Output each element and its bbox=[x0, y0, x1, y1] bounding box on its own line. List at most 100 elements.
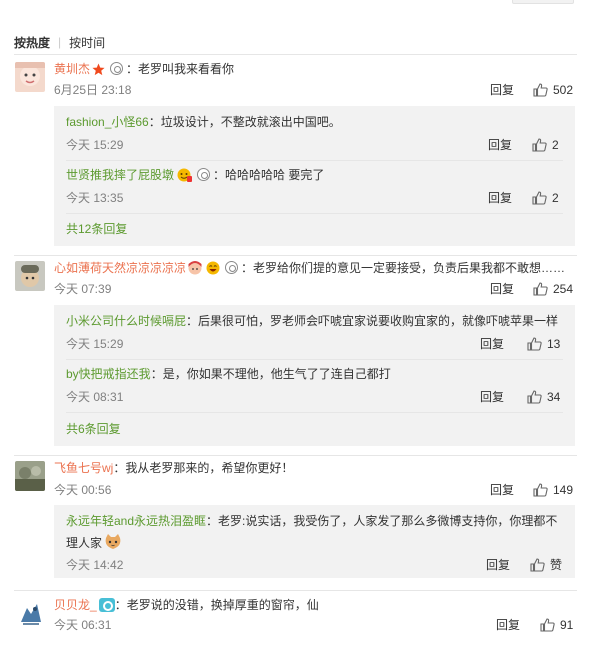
thumb-up-icon bbox=[532, 138, 547, 152]
thumb-up-icon bbox=[540, 618, 555, 632]
like-button[interactable]: 2 bbox=[532, 136, 559, 154]
reply-text-continued: 理人家 bbox=[66, 536, 103, 550]
reply-button[interactable]: 回复 bbox=[488, 189, 512, 207]
comment-text: ：老罗给你们提的意见一定要接受，负责后果我都不敢想…… bbox=[241, 261, 566, 275]
reply-button[interactable]: 回复 bbox=[490, 81, 514, 99]
like-button[interactable]: 34 bbox=[527, 388, 560, 406]
reply-line: 世贤推我摔了屁股墩 ：哈哈哈哈哈 要完了 bbox=[66, 166, 324, 187]
username-link[interactable]: fashion_小怪66 bbox=[66, 115, 149, 129]
divider bbox=[14, 255, 577, 256]
vip-badge-icon bbox=[110, 62, 124, 75]
reply-box: 永远年轻and永远热泪盈眶：老罗:说实话，我受伤了，人家发了那么多微博支持你，你… bbox=[54, 505, 575, 578]
comment-text: ：我从老罗那来的，希望你更好！ bbox=[113, 461, 294, 475]
sort-bar: 按热度 | 按时间 bbox=[14, 34, 105, 50]
thumb-up-icon bbox=[533, 83, 548, 97]
reply-button[interactable]: 回复 bbox=[496, 616, 520, 634]
thumb-up-icon bbox=[527, 337, 542, 351]
reply-line: fashion_小怪66：垃圾设计，不整改就滚出中国吧。 bbox=[66, 113, 341, 131]
vip-badge-icon bbox=[225, 261, 239, 274]
thumb-up-icon bbox=[533, 483, 548, 497]
avatar[interactable] bbox=[15, 62, 45, 92]
thumb-up-icon bbox=[527, 390, 542, 404]
like-button[interactable]: 149 bbox=[533, 481, 573, 499]
reply-text: ：垃圾设计，不整改就滚出中国吧。 bbox=[148, 115, 341, 129]
like-button[interactable]: 254 bbox=[533, 280, 573, 298]
like-count: 149 bbox=[553, 483, 574, 497]
reply-time: 今天 15:29 bbox=[66, 337, 124, 351]
reply-time: 今天 15:29 bbox=[66, 138, 124, 152]
like-button[interactable]: 赞 bbox=[530, 556, 562, 574]
reply-text: ：哈哈哈哈哈 要完了 bbox=[213, 168, 325, 182]
sort-by-time[interactable]: 按时间 bbox=[69, 34, 105, 51]
reply-time: 今天 13:35 bbox=[66, 191, 124, 205]
reply-button[interactable]: 回复 bbox=[480, 335, 504, 353]
laugh-emoji-icon bbox=[206, 261, 220, 280]
reply-button[interactable]: 回复 bbox=[490, 481, 514, 499]
comment-line: 贝贝龙_ ：老罗说的没错，换掉厚重的窗帘，仙 bbox=[54, 596, 319, 614]
like-count: 502 bbox=[553, 83, 574, 97]
reply-button[interactable]: 回复 bbox=[480, 388, 504, 406]
more-replies-link[interactable]: 共6条回复 bbox=[66, 420, 121, 438]
reply-button[interactable]: 回复 bbox=[488, 136, 512, 154]
reply-button[interactable]: 回复 bbox=[486, 556, 510, 574]
divider bbox=[66, 359, 563, 360]
like-count: 13 bbox=[547, 337, 561, 351]
avatar[interactable] bbox=[15, 461, 45, 491]
username-link[interactable]: 小米公司什么时候嗝屁 bbox=[66, 314, 186, 328]
like-button[interactable]: 502 bbox=[533, 81, 573, 99]
reply-line: 小米公司什么时候嗝屁：后果很可怕，罗老师会吓唬宜家说要收购宜家的，就像吓唬苹果一… bbox=[66, 312, 558, 330]
like-count: 34 bbox=[547, 390, 561, 404]
like-button[interactable]: 2 bbox=[532, 189, 559, 207]
divider bbox=[66, 160, 563, 161]
reply-box: fashion_小怪66：垃圾设计，不整改就滚出中国吧。 今天 15:29 回复… bbox=[54, 106, 575, 246]
thumb-up-icon bbox=[532, 191, 547, 205]
username-link[interactable]: 飞鱼七号wj bbox=[54, 461, 113, 475]
reply-text: ：老罗:说实话，我受伤了，人家发了那么多微博支持你，你理都不 bbox=[206, 514, 558, 528]
like-label: 赞 bbox=[550, 558, 563, 572]
like-button[interactable]: 13 bbox=[527, 335, 560, 353]
star-icon bbox=[92, 63, 105, 81]
username-link[interactable]: 贝贝龙_ bbox=[54, 598, 97, 612]
comment-time: 今天 07:39 bbox=[54, 282, 112, 296]
comment-line: 心如薄荷天然凉凉凉凉凉 ：老罗给你们提的意见一定要接受，负责后果我都不敢想…… bbox=[54, 259, 565, 280]
divider bbox=[66, 213, 563, 214]
username-link[interactable]: 心如薄荷天然凉凉凉凉凉 bbox=[54, 261, 186, 275]
comment-time: 6月25日 23:18 bbox=[54, 83, 132, 97]
divider bbox=[66, 412, 563, 413]
weibo-member-icon bbox=[98, 598, 115, 612]
top-button-edge[interactable] bbox=[512, 0, 574, 4]
sort-separator: | bbox=[58, 35, 62, 49]
like-count: 254 bbox=[553, 282, 574, 296]
thumb-up-icon bbox=[533, 282, 548, 296]
reply-button[interactable]: 回复 bbox=[490, 280, 514, 298]
divider bbox=[14, 590, 577, 591]
reply-text: ：是，你如果不理他，他生气了了连自己都打 bbox=[150, 367, 391, 381]
divider bbox=[14, 455, 577, 456]
avatar[interactable] bbox=[15, 598, 45, 628]
comment-time: 今天 06:31 bbox=[54, 618, 112, 632]
like-button[interactable]: 91 bbox=[540, 616, 573, 634]
comment-text: ：老罗说的没错，换掉厚重的窗帘，仙 bbox=[114, 598, 319, 612]
reply-line: 永远年轻and永远热泪盈眶：老罗:说实话，我受伤了，人家发了那么多微博支持你，你… bbox=[66, 512, 557, 530]
comment-line: 飞鱼七号wj：我从老罗那来的，希望你更好！ bbox=[54, 459, 293, 477]
reply-line-continued: 理人家 bbox=[66, 534, 124, 555]
reply-text: ：后果很可怕，罗老师会吓唬宜家说要收购宜家的，就像吓唬苹果一样 bbox=[186, 314, 559, 328]
username-link[interactable]: 黄圳杰 bbox=[54, 62, 90, 76]
thumb-up-icon bbox=[530, 558, 545, 572]
more-replies-link[interactable]: 共12条回复 bbox=[66, 220, 127, 238]
like-count: 91 bbox=[560, 618, 574, 632]
reply-time: 今天 08:31 bbox=[66, 390, 124, 404]
comment-text: ：老罗叫我来看看你 bbox=[126, 62, 235, 76]
reply-line: by快把戒指还我：是，你如果不理他，他生气了了连自己都打 bbox=[66, 365, 391, 383]
sort-by-hot[interactable]: 按热度 bbox=[14, 34, 50, 51]
username-link[interactable]: by快把戒指还我 bbox=[66, 367, 151, 381]
avatar[interactable] bbox=[15, 261, 45, 291]
reply-box: 小米公司什么时候嗝屁：后果很可怕，罗老师会吓唬宜家说要收购宜家的，就像吓唬苹果一… bbox=[54, 305, 575, 446]
username-link[interactable]: 永远年轻and永远热泪盈眶 bbox=[66, 514, 206, 528]
vip-badge-icon bbox=[197, 168, 211, 181]
divider bbox=[14, 54, 577, 55]
comment-time: 今天 00:56 bbox=[54, 483, 112, 497]
like-count: 2 bbox=[552, 191, 559, 205]
username-link[interactable]: 世贤推我摔了屁股墩 bbox=[66, 168, 174, 182]
comment-line: 黄圳杰 ：老罗叫我来看看你 bbox=[54, 60, 234, 81]
